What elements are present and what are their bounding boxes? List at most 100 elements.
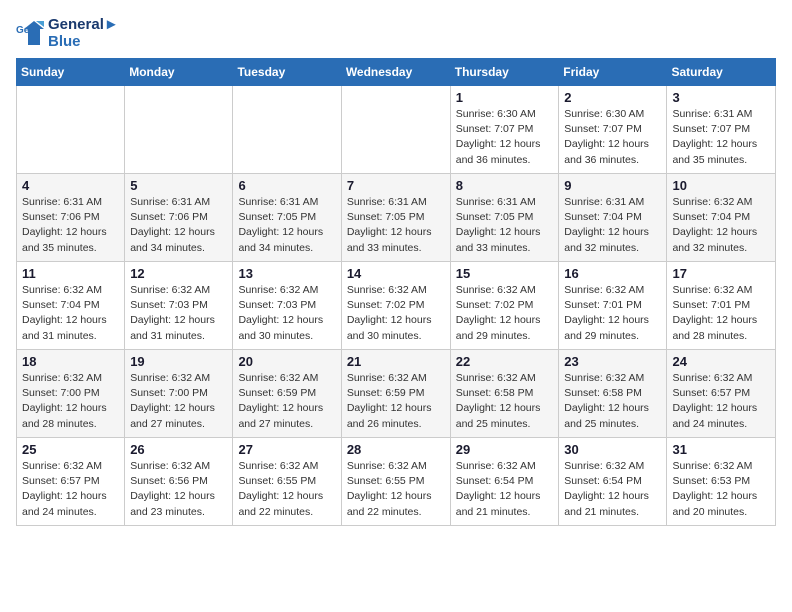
calendar-cell: 21 Sunrise: 6:32 AM Sunset: 6:59 PM Dayli… xyxy=(341,350,450,438)
calendar-body: 1 Sunrise: 6:30 AM Sunset: 7:07 PM Daylig… xyxy=(17,86,776,526)
day-number: 20 xyxy=(238,354,335,369)
day-number: 1 xyxy=(456,90,554,105)
weekday-tuesday: Tuesday xyxy=(233,59,341,86)
day-number: 8 xyxy=(456,178,554,193)
day-number: 30 xyxy=(564,442,661,457)
calendar-cell: 31 Sunrise: 6:32 AM Sunset: 6:53 PM Dayli… xyxy=(667,438,776,526)
calendar-cell: 14 Sunrise: 6:32 AM Sunset: 7:02 PM Dayli… xyxy=(341,262,450,350)
day-info: Sunrise: 6:32 AM Sunset: 7:00 PM Dayligh… xyxy=(130,371,227,432)
calendar-cell: 5 Sunrise: 6:31 AM Sunset: 7:06 PM Daylig… xyxy=(125,174,233,262)
day-info: Sunrise: 6:32 AM Sunset: 6:54 PM Dayligh… xyxy=(564,459,661,520)
day-number: 7 xyxy=(347,178,445,193)
day-info: Sunrise: 6:31 AM Sunset: 7:04 PM Dayligh… xyxy=(564,195,661,256)
weekday-saturday: Saturday xyxy=(667,59,776,86)
calendar-cell: 27 Sunrise: 6:32 AM Sunset: 6:55 PM Dayli… xyxy=(233,438,341,526)
day-info: Sunrise: 6:32 AM Sunset: 6:58 PM Dayligh… xyxy=(456,371,554,432)
calendar-cell: 13Sunrise: 6:32 AM Sunset: 7:03 PM Dayli… xyxy=(233,262,341,350)
day-number: 16 xyxy=(564,266,661,281)
calendar-cell: 18Sunrise: 6:32 AM Sunset: 7:00 PM Dayli… xyxy=(17,350,125,438)
day-number: 5 xyxy=(130,178,227,193)
day-info: Sunrise: 6:31 AM Sunset: 7:06 PM Dayligh… xyxy=(22,195,119,256)
day-number: 22 xyxy=(456,354,554,369)
calendar-cell: 6Sunrise: 6:31 AM Sunset: 7:05 PM Daylig… xyxy=(233,174,341,262)
calendar-cell: 25 Sunrise: 6:32 AM Sunset: 6:57 PM Dayli… xyxy=(17,438,125,526)
calendar-cell: 17Sunrise: 6:32 AM Sunset: 7:01 PM Dayli… xyxy=(667,262,776,350)
day-info: Sunrise: 6:31 AM Sunset: 7:06 PM Dayligh… xyxy=(130,195,227,256)
day-info: Sunrise: 6:31 AM Sunset: 7:05 PM Dayligh… xyxy=(347,195,445,256)
day-info: Sunrise: 6:31 AM Sunset: 7:05 PM Dayligh… xyxy=(456,195,554,256)
calendar-cell: 23Sunrise: 6:32 AM Sunset: 6:58 PM Dayli… xyxy=(559,350,667,438)
day-info: Sunrise: 6:32 AM Sunset: 7:04 PM Dayligh… xyxy=(22,283,119,344)
day-info: Sunrise: 6:32 AM Sunset: 7:01 PM Dayligh… xyxy=(672,283,770,344)
calendar-cell: 30 Sunrise: 6:32 AM Sunset: 6:54 PM Dayli… xyxy=(559,438,667,526)
day-number: 28 xyxy=(347,442,445,457)
calendar-cell: 7 Sunrise: 6:31 AM Sunset: 7:05 PM Daylig… xyxy=(341,174,450,262)
day-info: Sunrise: 6:32 AM Sunset: 7:00 PM Dayligh… xyxy=(22,371,119,432)
weekday-wednesday: Wednesday xyxy=(341,59,450,86)
day-number: 13 xyxy=(238,266,335,281)
day-info: Sunrise: 6:32 AM Sunset: 6:57 PM Dayligh… xyxy=(672,371,770,432)
calendar-week-1: 1 Sunrise: 6:30 AM Sunset: 7:07 PM Daylig… xyxy=(17,86,776,174)
day-number: 4 xyxy=(22,178,119,193)
day-number: 24 xyxy=(672,354,770,369)
calendar-cell: 28 Sunrise: 6:32 AM Sunset: 6:55 PM Dayli… xyxy=(341,438,450,526)
calendar-cell: 12 Sunrise: 6:32 AM Sunset: 7:03 PM Dayli… xyxy=(125,262,233,350)
day-info: Sunrise: 6:32 AM Sunset: 7:03 PM Dayligh… xyxy=(130,283,227,344)
calendar-cell: 22 Sunrise: 6:32 AM Sunset: 6:58 PM Dayli… xyxy=(450,350,559,438)
calendar-week-3: 11 Sunrise: 6:32 AM Sunset: 7:04 PM Dayli… xyxy=(17,262,776,350)
day-number: 2 xyxy=(564,90,661,105)
day-info: Sunrise: 6:30 AM Sunset: 7:07 PM Dayligh… xyxy=(564,107,661,168)
logo: Gen General► Blue xyxy=(16,16,119,50)
calendar-cell: 15 Sunrise: 6:32 AM Sunset: 7:02 PM Dayli… xyxy=(450,262,559,350)
day-info: Sunrise: 6:32 AM Sunset: 6:59 PM Dayligh… xyxy=(238,371,335,432)
day-info: Sunrise: 6:32 AM Sunset: 6:59 PM Dayligh… xyxy=(347,371,445,432)
calendar-cell: 29 Sunrise: 6:32 AM Sunset: 6:54 PM Dayli… xyxy=(450,438,559,526)
weekday-thursday: Thursday xyxy=(450,59,559,86)
calendar-cell: 19 Sunrise: 6:32 AM Sunset: 7:00 PM Dayli… xyxy=(125,350,233,438)
calendar-week-4: 18Sunrise: 6:32 AM Sunset: 7:00 PM Dayli… xyxy=(17,350,776,438)
day-number: 11 xyxy=(22,266,119,281)
day-number: 19 xyxy=(130,354,227,369)
day-info: Sunrise: 6:31 AM Sunset: 7:05 PM Dayligh… xyxy=(238,195,335,256)
calendar-cell xyxy=(341,86,450,174)
day-number: 10 xyxy=(672,178,770,193)
day-info: Sunrise: 6:32 AM Sunset: 7:04 PM Dayligh… xyxy=(672,195,770,256)
calendar-cell: 10 Sunrise: 6:32 AM Sunset: 7:04 PM Dayli… xyxy=(667,174,776,262)
day-info: Sunrise: 6:30 AM Sunset: 7:07 PM Dayligh… xyxy=(456,107,554,168)
day-info: Sunrise: 6:32 AM Sunset: 6:54 PM Dayligh… xyxy=(456,459,554,520)
day-info: Sunrise: 6:32 AM Sunset: 6:57 PM Dayligh… xyxy=(22,459,119,520)
calendar-cell: 3Sunrise: 6:31 AM Sunset: 7:07 PM Daylig… xyxy=(667,86,776,174)
calendar-cell xyxy=(17,86,125,174)
day-info: Sunrise: 6:32 AM Sunset: 6:55 PM Dayligh… xyxy=(238,459,335,520)
logo-icon: Gen xyxy=(16,19,44,47)
calendar-cell: 9Sunrise: 6:31 AM Sunset: 7:04 PM Daylig… xyxy=(559,174,667,262)
day-number: 14 xyxy=(347,266,445,281)
day-number: 26 xyxy=(130,442,227,457)
day-number: 15 xyxy=(456,266,554,281)
calendar-table: SundayMondayTuesdayWednesdayThursdayFrid… xyxy=(16,58,776,526)
calendar-cell: 20 Sunrise: 6:32 AM Sunset: 6:59 PM Dayli… xyxy=(233,350,341,438)
day-number: 31 xyxy=(672,442,770,457)
calendar-cell xyxy=(125,86,233,174)
calendar-cell: 2 Sunrise: 6:30 AM Sunset: 7:07 PM Daylig… xyxy=(559,86,667,174)
day-info: Sunrise: 6:32 AM Sunset: 7:02 PM Dayligh… xyxy=(347,283,445,344)
calendar-week-5: 25 Sunrise: 6:32 AM Sunset: 6:57 PM Dayli… xyxy=(17,438,776,526)
day-number: 12 xyxy=(130,266,227,281)
day-number: 23 xyxy=(564,354,661,369)
day-info: Sunrise: 6:31 AM Sunset: 7:07 PM Dayligh… xyxy=(672,107,770,168)
calendar-cell: 16 Sunrise: 6:32 AM Sunset: 7:01 PM Dayli… xyxy=(559,262,667,350)
logo-text: General► Blue xyxy=(48,16,119,50)
page-header: Gen General► Blue xyxy=(16,16,776,50)
calendar-cell: 8 Sunrise: 6:31 AM Sunset: 7:05 PM Daylig… xyxy=(450,174,559,262)
day-number: 29 xyxy=(456,442,554,457)
weekday-sunday: Sunday xyxy=(17,59,125,86)
calendar-cell: 11 Sunrise: 6:32 AM Sunset: 7:04 PM Dayli… xyxy=(17,262,125,350)
day-info: Sunrise: 6:32 AM Sunset: 7:01 PM Dayligh… xyxy=(564,283,661,344)
day-info: Sunrise: 6:32 AM Sunset: 6:55 PM Dayligh… xyxy=(347,459,445,520)
day-info: Sunrise: 6:32 AM Sunset: 6:53 PM Dayligh… xyxy=(672,459,770,520)
day-info: Sunrise: 6:32 AM Sunset: 7:02 PM Dayligh… xyxy=(456,283,554,344)
weekday-header-row: SundayMondayTuesdayWednesdayThursdayFrid… xyxy=(17,59,776,86)
day-number: 21 xyxy=(347,354,445,369)
day-number: 27 xyxy=(238,442,335,457)
day-number: 25 xyxy=(22,442,119,457)
